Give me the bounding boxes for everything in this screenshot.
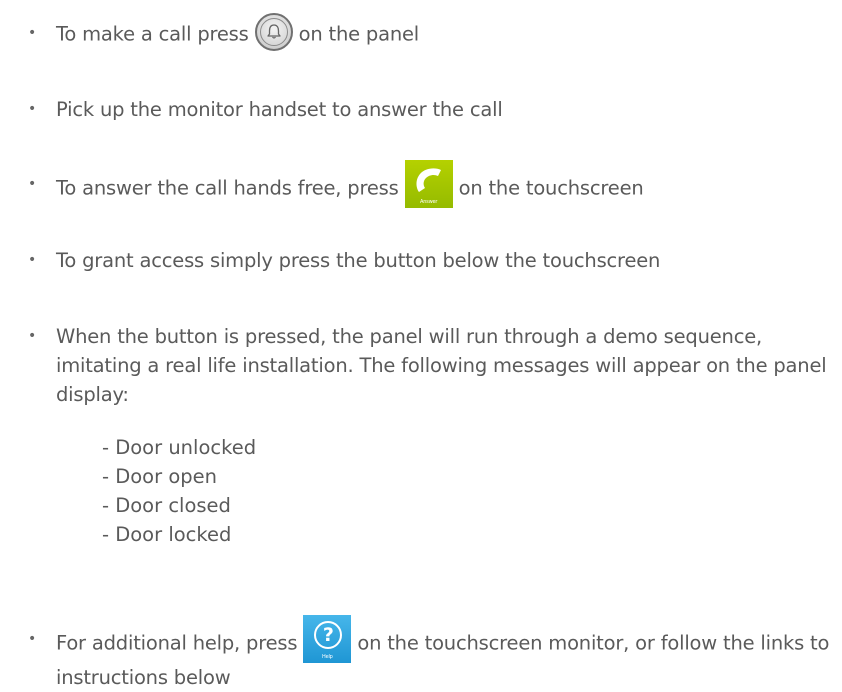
instruction-call: • To make a call press on the panel [0,13,842,51]
instruction-demo: • When the button is pressed, the panel … [0,322,842,412]
demo-message-list: - Door unlocked - Door open - Door close… [102,433,256,549]
instruction-call-before: To make a call press [56,22,249,46]
instruction-help-text: For additional help, press ? Help on the… [56,615,836,692]
bell-icon [254,13,293,51]
instruction-access-text: To grant access simply press the button … [56,249,661,272]
instruction-handset: • Pick up the monitor handset to answer … [0,95,842,124]
demo-message-item: - Door unlocked [102,436,257,459]
instruction-handsfree-text: To answer the call hands free, press Ans… [56,160,644,208]
bullet: • [28,252,37,268]
instruction-handsfree-after: on the touchscreen [458,176,644,200]
question-icon: ? [314,621,343,649]
instruction-demo-text: When the button is pressed, the panel wi… [56,325,827,406]
bullet: • [28,25,37,41]
answer-button-image: Answer [404,160,453,208]
instruction-call-text: To make a call press on the panel [56,13,420,51]
instructions-page: • To make a call press on the panel • Pi… [0,0,842,689]
instruction-access: • To grant access simply press the butto… [0,246,842,275]
instruction-help: • For additional help, press ? Help on t… [0,615,842,689]
help-button-image: ? Help [303,615,352,663]
demo-message-item: - Door open [102,465,217,488]
instruction-handsfree: • To answer the call hands free, press A… [0,160,842,208]
instruction-help-before: For additional help, press [56,631,298,655]
bullet: • [28,101,37,117]
instruction-handset-text: Pick up the monitor handset to answer th… [56,98,503,121]
phone-icon [416,168,441,192]
bullet: • [28,176,37,192]
demo-message-item: - Door locked [102,523,232,546]
bullet: • [28,328,37,344]
answer-button-label: Answer [419,199,438,205]
help-button-label: Help [322,654,333,660]
bullet: • [28,631,37,647]
demo-message-item: - Door closed [102,494,231,517]
instruction-handsfree-before: To answer the call hands free, press [56,176,399,200]
instruction-call-after: on the panel [298,22,420,46]
